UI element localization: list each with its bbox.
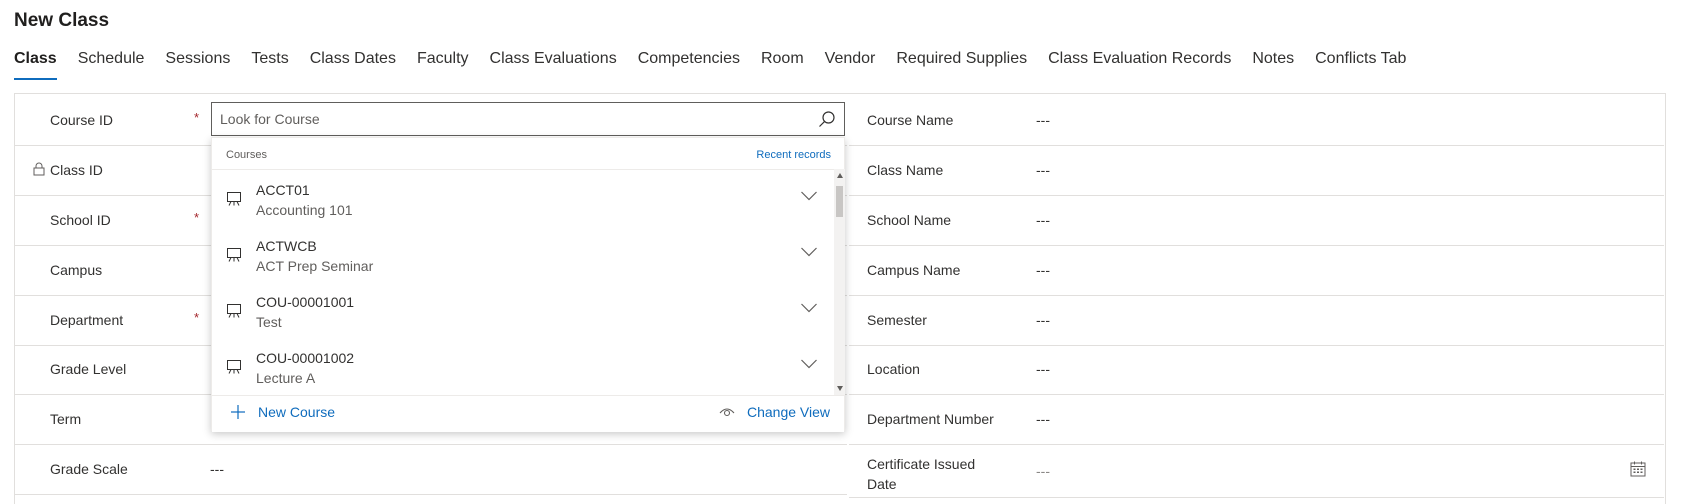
course-result-item[interactable]: COU-00001001 Test [212, 281, 834, 341]
dropdown-title: Courses [226, 149, 267, 161]
change-view-button[interactable]: Change View [719, 404, 830, 420]
tab-room[interactable]: Room [761, 50, 804, 68]
calendar-icon[interactable] [1630, 461, 1646, 482]
tab-class-evaluations[interactable]: Class Evaluations [490, 50, 617, 68]
school-name-label: School Name [867, 212, 952, 228]
presentation-board-icon [226, 191, 242, 212]
new-course-button[interactable]: New Course [230, 404, 335, 420]
department-label: Department [50, 312, 124, 328]
course-lookup-field [211, 102, 845, 136]
recent-records-link[interactable]: Recent records [756, 149, 831, 161]
eye-icon [719, 408, 735, 417]
tab-class[interactable]: Class [14, 50, 57, 80]
course-id-label: Course ID [50, 112, 114, 128]
tab-tests[interactable]: Tests [251, 50, 288, 68]
certificate-label-line2: Date [867, 476, 897, 492]
tab-bar: Class Schedule Sessions Tests Class Date… [14, 50, 1427, 80]
term-label: Term [50, 411, 82, 427]
presentation-board-icon [226, 303, 242, 324]
grade-scale-label: Grade Scale [50, 461, 128, 477]
field-location: Location --- [849, 345, 1664, 395]
certificate-issued-date-label: Certificate Issued Date [867, 454, 987, 494]
tab-notes[interactable]: Notes [1252, 50, 1294, 68]
tab-vendor[interactable]: Vendor [825, 50, 876, 68]
search-icon[interactable] [818, 110, 836, 133]
presentation-board-icon [226, 247, 242, 268]
change-view-label: Change View [746, 404, 830, 420]
plus-icon [231, 405, 245, 419]
tab-schedule[interactable]: Schedule [78, 50, 145, 68]
field-campus-name: Campus Name --- [849, 246, 1664, 296]
page-title: New Class [14, 10, 110, 31]
lock-icon [33, 162, 45, 181]
course-results-list: ACCT01 Accounting 101 ACTWCB ACT Prep Se… [212, 169, 834, 395]
course-code: COU-00001001 [256, 294, 355, 310]
field-semester: Semester --- [849, 296, 1664, 346]
class-name-value[interactable]: --- [1036, 162, 1050, 178]
class-id-label: Class ID [50, 162, 103, 178]
location-label: Location [867, 361, 920, 377]
scroll-up-arrow-icon[interactable] [837, 173, 843, 178]
certificate-label-line1: Certificate Issued [867, 456, 976, 472]
chevron-down-icon[interactable] [800, 245, 818, 263]
tab-required-supplies[interactable]: Required Supplies [896, 50, 1027, 68]
course-code: ACTWCB [256, 238, 317, 254]
presentation-board-icon [226, 359, 242, 380]
course-name: ACT Prep Seminar [256, 258, 374, 274]
new-course-label: New Course [258, 404, 336, 420]
dropdown-footer: New Course Change View [212, 395, 844, 432]
course-result-item[interactable]: ACCT01 Accounting 101 [212, 169, 834, 229]
department-number-label: Department Number [867, 411, 994, 427]
school-id-label: School ID [50, 212, 111, 228]
field-certificate-issued-date: Certificate Issued Date --- [849, 445, 1664, 498]
grade-level-label: Grade Level [50, 361, 127, 377]
campus-label: Campus [50, 262, 103, 278]
semester-value[interactable]: --- [1036, 312, 1050, 328]
required-marker: * [194, 210, 200, 225]
course-result-item[interactable]: COU-00001002 Lecture A [212, 337, 834, 395]
location-value[interactable]: --- [1036, 361, 1050, 377]
chevron-down-icon[interactable] [800, 189, 818, 207]
class-name-label: Class Name [867, 162, 944, 178]
tab-competencies[interactable]: Competencies [638, 50, 740, 68]
tab-faculty[interactable]: Faculty [417, 50, 469, 68]
field-course-name: Course Name --- [849, 96, 1664, 146]
required-marker: * [194, 310, 200, 325]
course-code: COU-00001002 [256, 350, 355, 366]
course-name-label: Course Name [867, 112, 954, 128]
course-lookup-input[interactable] [220, 111, 800, 127]
scrollbar-thumb[interactable] [836, 186, 843, 217]
campus-name-label: Campus Name [867, 262, 961, 278]
tab-class-dates[interactable]: Class Dates [310, 50, 396, 68]
school-name-value[interactable]: --- [1036, 212, 1050, 228]
dropdown-header: Courses Recent records [212, 138, 844, 170]
course-name: Accounting 101 [256, 202, 353, 218]
grade-scale-value[interactable]: --- [210, 461, 224, 477]
department-number-value[interactable]: --- [1036, 411, 1050, 427]
course-lookup-dropdown: Courses Recent records ACCT01 Accounting… [211, 137, 845, 432]
tab-class-evaluation-records[interactable]: Class Evaluation Records [1048, 50, 1231, 68]
scroll-down-arrow-icon[interactable] [837, 386, 843, 391]
dropdown-scrollbar[interactable] [834, 169, 845, 395]
chevron-down-icon[interactable] [800, 301, 818, 319]
field-department-number: Department Number --- [849, 395, 1664, 445]
tab-sessions[interactable]: Sessions [165, 50, 230, 68]
field-grade-scale: Grade Scale --- [14, 445, 847, 495]
course-name-value[interactable]: --- [1036, 112, 1050, 128]
field-class-name: Class Name --- [849, 146, 1664, 196]
required-marker: * [194, 110, 200, 125]
course-code: ACCT01 [256, 182, 310, 198]
course-result-item[interactable]: ACTWCB ACT Prep Seminar [212, 225, 834, 285]
certificate-issued-date-value[interactable]: --- [1036, 463, 1050, 479]
semester-label: Semester [867, 312, 927, 328]
field-school-name: School Name --- [849, 196, 1664, 246]
tab-conflicts[interactable]: Conflicts Tab [1315, 50, 1406, 68]
campus-name-value[interactable]: --- [1036, 262, 1050, 278]
course-name: Lecture A [256, 370, 316, 386]
course-name: Test [256, 314, 282, 330]
chevron-down-icon[interactable] [800, 357, 818, 375]
